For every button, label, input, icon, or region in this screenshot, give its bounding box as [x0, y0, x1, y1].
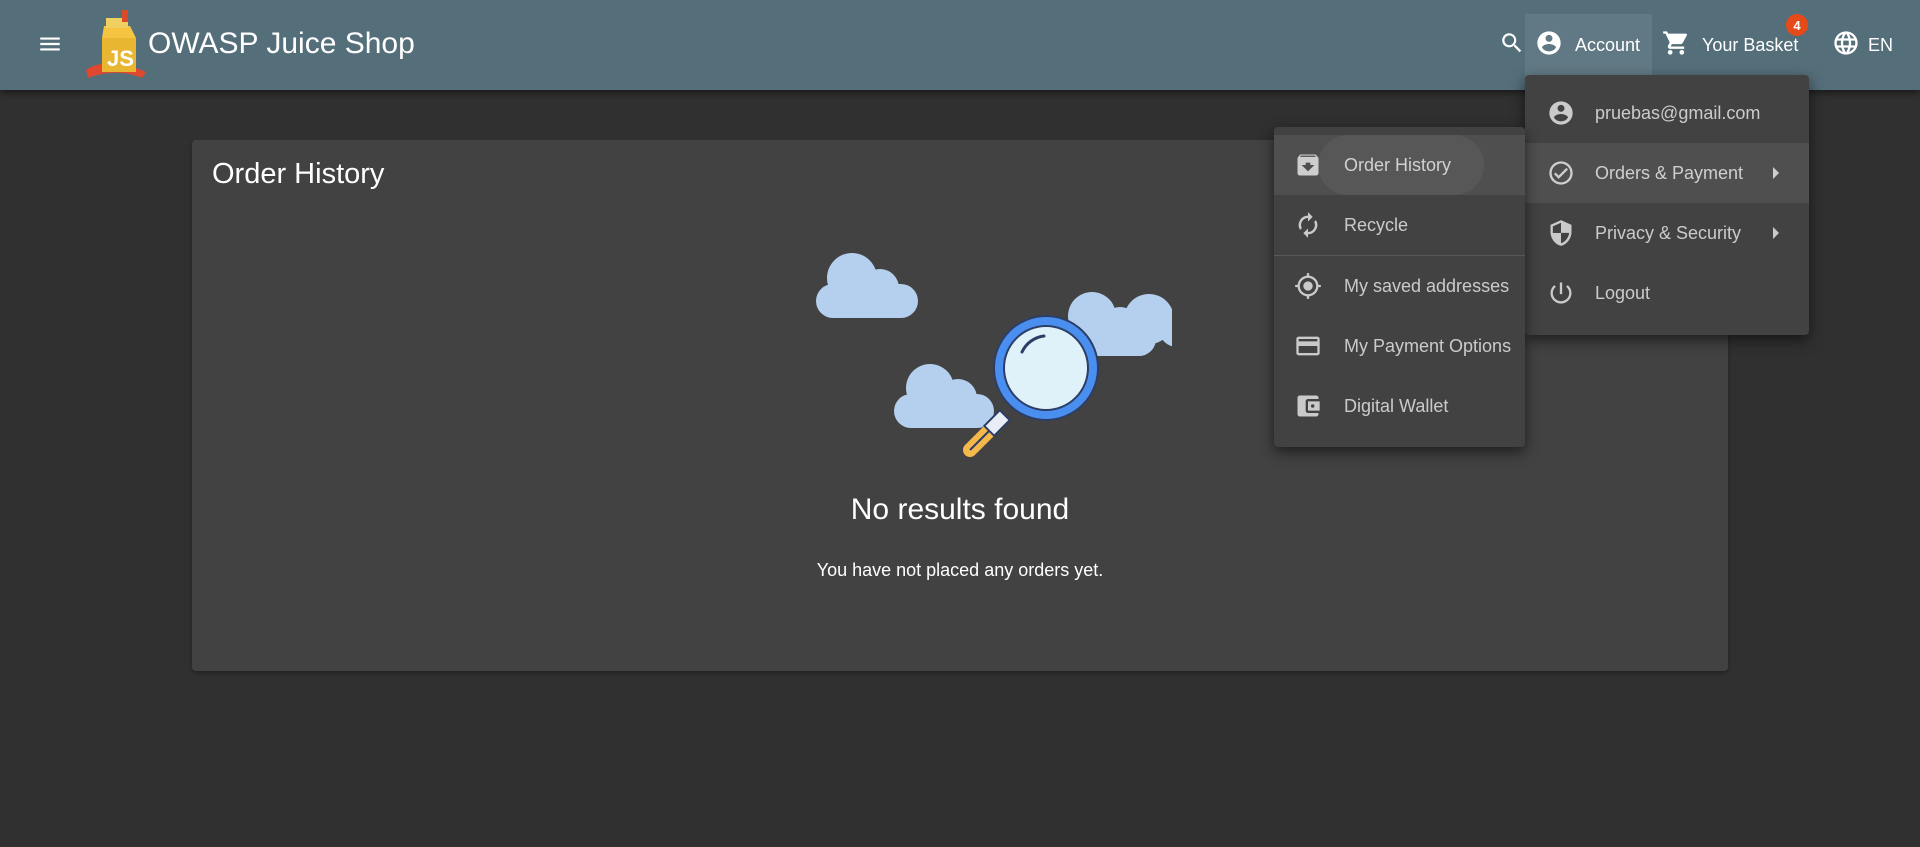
magnifier-icon	[963, 315, 1099, 457]
account-button[interactable]: Account	[1525, 14, 1652, 76]
autorenew-icon	[1294, 211, 1322, 239]
app-title[interactable]: OWASP Juice Shop	[148, 24, 415, 64]
search-icon	[1499, 30, 1525, 61]
saved-addresses-label: My saved addresses	[1344, 275, 1510, 296]
chevron-right-icon	[1773, 167, 1779, 179]
digital-wallet-item[interactable]: Digital Wallet	[1274, 376, 1525, 436]
account-label: Account	[1575, 34, 1641, 55]
saved-addresses-item[interactable]: My saved addresses	[1274, 256, 1525, 316]
logout-item[interactable]: Logout	[1525, 263, 1809, 323]
language-button[interactable]: EN	[1830, 14, 1912, 76]
account-circle-icon	[1547, 99, 1575, 127]
account-menu: pruebas@gmail.com Orders & Payment Priva…	[1525, 75, 1809, 335]
no-results-illustration	[752, 240, 1195, 480]
privacy-security-label: Privacy & Security	[1595, 222, 1742, 243]
account-circle-icon	[1535, 29, 1563, 62]
user-email-label: pruebas@gmail.com	[1595, 102, 1761, 123]
check-circle-icon	[1547, 159, 1575, 187]
location-target-icon	[1294, 272, 1322, 300]
no-results-heading: No results found	[850, 493, 1070, 526]
privacy-security-item[interactable]: Privacy & Security	[1525, 203, 1809, 263]
shopping-cart-icon	[1662, 29, 1690, 62]
svg-text:JS: JS	[107, 46, 134, 71]
shield-icon	[1547, 219, 1575, 247]
user-email-item[interactable]: pruebas@gmail.com	[1525, 83, 1809, 143]
recycle-item[interactable]: Recycle	[1274, 195, 1525, 255]
payment-options-item[interactable]: My Payment Options	[1274, 316, 1525, 376]
orders-payment-item[interactable]: Orders & Payment	[1525, 143, 1809, 203]
juice-shop-logo[interactable]: JS	[84, 10, 150, 80]
ripple-highlight	[1318, 135, 1484, 195]
payment-options-label: My Payment Options	[1344, 335, 1512, 356]
power-icon	[1547, 279, 1575, 307]
wallet-icon	[1294, 392, 1322, 420]
logout-label: Logout	[1595, 282, 1651, 303]
credit-card-icon	[1294, 332, 1322, 360]
basket-count-badge: 4	[1786, 14, 1808, 36]
globe-icon	[1832, 29, 1860, 62]
no-orders-message: You have not placed any orders yet.	[816, 560, 1104, 580]
language-label: EN	[1868, 34, 1894, 55]
orders-payment-submenu: Order History Recycle My saved addresses…	[1274, 127, 1525, 447]
cloud-icon	[816, 253, 918, 318]
orders-payment-label: Orders & Payment	[1595, 162, 1744, 183]
chevron-right-icon	[1773, 227, 1779, 239]
hamburger-menu-icon[interactable]	[32, 26, 68, 62]
recycle-label: Recycle	[1344, 214, 1409, 235]
basket-label: Your Basket	[1702, 34, 1799, 55]
page-title: Order History	[212, 158, 385, 190]
order-history-item[interactable]: Order History	[1274, 135, 1525, 195]
basket-button[interactable]: Your Basket 4	[1658, 14, 1808, 76]
digital-wallet-label: Digital Wallet	[1344, 395, 1449, 416]
